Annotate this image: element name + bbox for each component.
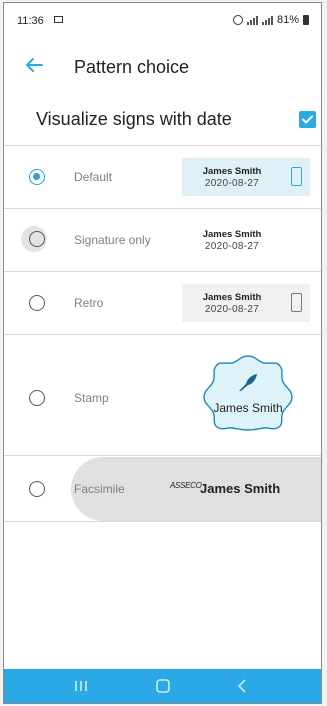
asseco-logo: ASSECO xyxy=(170,481,202,490)
status-time: 11:36 xyxy=(17,15,44,27)
signature-preview-retro: James Smith 2020-08-27 xyxy=(182,284,310,322)
stamp-name: James Smith xyxy=(213,401,283,415)
option-label: Facsimile xyxy=(74,482,125,496)
option-default[interactable]: Default James Smith 2020-08-27 xyxy=(4,146,321,208)
alarm-icon xyxy=(232,15,243,25)
feather-pen-icon xyxy=(239,374,257,391)
preview-name: James Smith xyxy=(202,166,262,177)
preview-date: 2020-08-27 xyxy=(204,241,260,252)
signal-icon xyxy=(246,15,258,25)
status-bar: 11:36 81% xyxy=(4,3,321,39)
signature-preview-signature-only: James Smith 2020-08-27 xyxy=(182,221,310,259)
radio-signature-only[interactable] xyxy=(29,231,45,247)
option-label: Stamp xyxy=(74,391,109,405)
divider xyxy=(4,521,321,522)
radio-retro[interactable] xyxy=(29,295,45,311)
phone-icon xyxy=(291,293,302,312)
visualize-checkbox[interactable] xyxy=(299,111,316,128)
radio-facsimile[interactable] xyxy=(29,481,45,497)
recent-apps-icon[interactable] xyxy=(64,669,98,703)
nav-back-icon[interactable] xyxy=(226,669,260,703)
stamp-preview: James Smith xyxy=(200,353,296,431)
app-bar: Pattern choice xyxy=(4,43,321,93)
facsimile-name: James Smith xyxy=(200,481,281,496)
status-right: 81% xyxy=(232,14,309,26)
option-label: Signature only xyxy=(74,233,151,247)
preview-date: 2020-08-27 xyxy=(204,178,260,189)
preview-name: James Smith xyxy=(202,292,262,303)
divider xyxy=(4,455,321,456)
radio-stamp[interactable] xyxy=(29,390,45,406)
visualize-label: Visualize signs with date xyxy=(36,109,232,129)
back-arrow-icon[interactable] xyxy=(22,53,46,77)
page-title: Pattern choice xyxy=(74,57,190,77)
option-label: Retro xyxy=(74,296,104,310)
option-label: Default xyxy=(74,170,113,184)
system-nav-bar xyxy=(4,669,321,703)
preview-date: 2020-08-27 xyxy=(204,304,260,315)
gallery-notification-icon xyxy=(54,16,63,23)
option-retro[interactable]: Retro James Smith 2020-08-27 xyxy=(4,272,321,334)
phone-screen: 11:36 81% Pattern choice Visualize signs… xyxy=(3,2,322,704)
radio-default[interactable] xyxy=(29,169,45,185)
signal-icon-2 xyxy=(261,15,273,25)
home-icon[interactable] xyxy=(146,669,180,703)
option-signature-only[interactable]: Signature only James Smith 2020-08-27 xyxy=(4,209,321,271)
visualize-row[interactable]: Visualize signs with date xyxy=(4,99,321,143)
battery-icon xyxy=(303,15,309,25)
battery-percent: 81% xyxy=(276,14,299,26)
phone-icon xyxy=(291,167,302,186)
signature-preview-default: James Smith 2020-08-27 xyxy=(182,158,310,196)
preview-name: James Smith xyxy=(202,229,262,240)
